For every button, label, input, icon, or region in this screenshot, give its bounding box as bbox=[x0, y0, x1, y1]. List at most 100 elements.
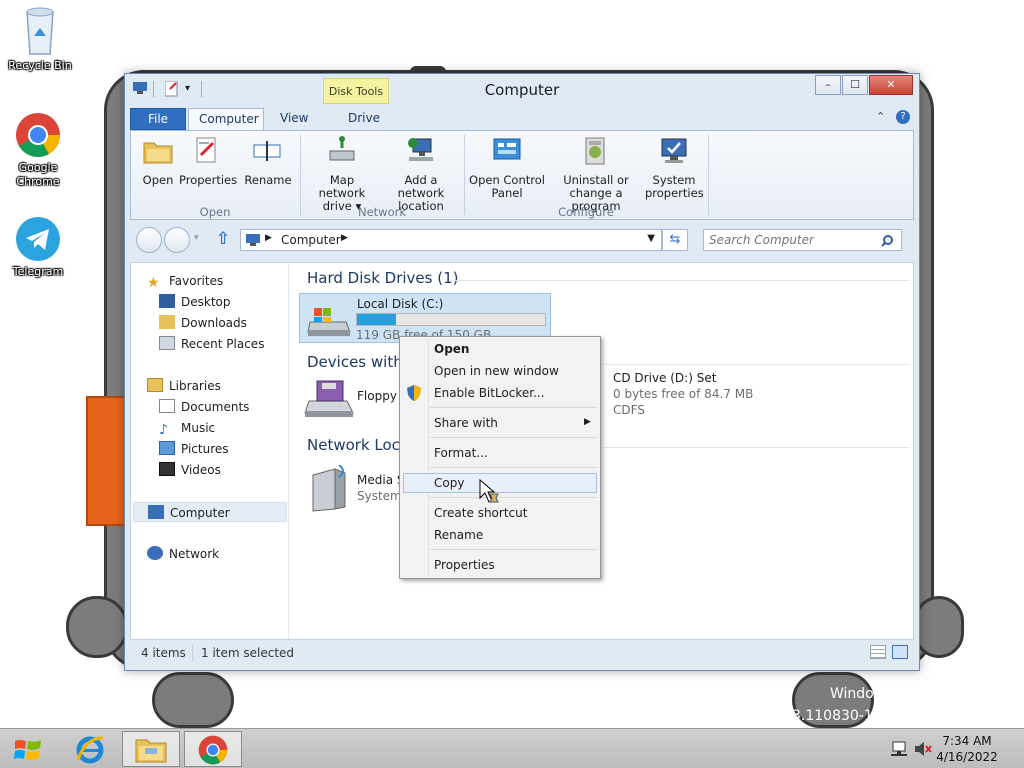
up-arrow-icon[interactable]: ⇧ bbox=[216, 229, 230, 249]
title-bar[interactable]: ▾ Disk Tools Computer – ☐ ✕ bbox=[125, 74, 919, 104]
pictures-icon bbox=[159, 441, 175, 455]
menu-item-copy[interactable]: Copy bbox=[434, 473, 464, 493]
recent-locations-icon[interactable]: ▾ bbox=[194, 233, 199, 243]
breadcrumb-computer[interactable]: Computer bbox=[281, 233, 341, 247]
nav-desktop[interactable]: Desktop bbox=[159, 292, 231, 312]
add-network-location-button[interactable]: Add a network location bbox=[381, 135, 461, 213]
taskbar-chrome[interactable] bbox=[184, 731, 242, 767]
nav-computer[interactable]: Computer bbox=[133, 502, 287, 522]
search-input[interactable] bbox=[704, 230, 874, 250]
context-menu: Open Open in new window Enable BitLocker… bbox=[399, 336, 601, 579]
menu-item-share-with[interactable]: Share with bbox=[434, 413, 498, 433]
taskbar: 7:34 AM 4/16/2022 bbox=[0, 728, 1024, 768]
nav-network[interactable]: Network bbox=[147, 544, 219, 564]
desktop-icon-chrome[interactable]: Google Chrome bbox=[0, 112, 76, 189]
desktop-icon bbox=[159, 294, 175, 308]
system-properties-label-2: properties bbox=[645, 186, 704, 200]
navigation-pane: ★ Favorites Desktop Downloads Recent Plac… bbox=[131, 263, 289, 639]
floppy-name: Floppy bbox=[357, 389, 397, 403]
taskbar-file-explorer[interactable] bbox=[122, 731, 180, 767]
properties-button[interactable]: Properties bbox=[179, 135, 238, 187]
drive-floppy[interactable]: Floppy bbox=[303, 379, 403, 425]
system-clock[interactable]: 7:34 AM 4/16/2022 bbox=[932, 733, 1002, 765]
address-dropdown-icon[interactable]: ▼ bbox=[647, 233, 655, 244]
file-explorer-icon bbox=[135, 739, 167, 763]
desktop-icon-label: Google Chrome bbox=[16, 161, 60, 188]
close-button[interactable]: ✕ bbox=[869, 75, 913, 95]
uninstall-program-button[interactable]: Uninstall or change a program bbox=[547, 135, 645, 213]
menu-separator bbox=[430, 549, 597, 550]
menu-separator bbox=[430, 407, 597, 408]
cd-drive-filesystem: CDFS bbox=[613, 403, 645, 417]
nav-videos[interactable]: Videos bbox=[159, 460, 221, 480]
section-devices-removable[interactable]: Devices with bbox=[307, 353, 403, 371]
menu-separator bbox=[430, 497, 597, 498]
taskbar-internet-explorer[interactable] bbox=[62, 731, 120, 767]
details-view-icon[interactable] bbox=[870, 645, 886, 659]
back-button[interactable] bbox=[136, 227, 162, 253]
computer-small-icon bbox=[246, 234, 260, 246]
music-icon: ♪ bbox=[159, 422, 168, 438]
breadcrumb-chevron-icon[interactable]: ▶ bbox=[341, 233, 348, 243]
rename-label: Rename bbox=[244, 173, 292, 187]
section-network-locations[interactable]: Network Loca bbox=[307, 436, 409, 454]
menu-item-rename[interactable]: Rename bbox=[434, 525, 483, 545]
cd-drive-free-space: 0 bytes free of 84.7 MB bbox=[613, 387, 754, 401]
help-icon[interactable]: ? bbox=[896, 110, 910, 124]
open-control-panel-button[interactable]: Open Control Panel bbox=[469, 135, 545, 200]
address-bar[interactable]: ▶ Computer ▶ ▼ bbox=[240, 229, 662, 251]
minimize-button[interactable]: – bbox=[815, 75, 841, 95]
group-label-configure: Configure bbox=[558, 205, 614, 219]
nav-libraries[interactable]: Libraries bbox=[147, 376, 221, 396]
nav-pictures[interactable]: Pictures bbox=[159, 439, 229, 459]
system-properties-button[interactable]: System properties bbox=[645, 135, 704, 200]
menu-item-create-shortcut[interactable]: Create shortcut bbox=[434, 503, 527, 523]
menu-item-open[interactable]: Open bbox=[434, 339, 469, 359]
menu-separator bbox=[430, 437, 597, 438]
search-icon[interactable] bbox=[881, 235, 893, 247]
menu-item-format[interactable]: Format... bbox=[434, 443, 488, 463]
map-network-drive-button[interactable]: Map network drive ▾ bbox=[305, 135, 379, 213]
nav-label: Network bbox=[169, 547, 220, 561]
large-icons-view-icon[interactable] bbox=[892, 645, 908, 659]
rename-icon bbox=[253, 141, 281, 161]
rename-button[interactable]: Rename bbox=[243, 135, 293, 187]
start-button[interactable] bbox=[2, 731, 54, 767]
section-divider bbox=[605, 364, 909, 365]
nav-label: Downloads bbox=[181, 316, 247, 330]
menu-item-enable-bitlocker[interactable]: Enable BitLocker... bbox=[434, 383, 545, 403]
desktop-icon-telegram[interactable]: Telegram bbox=[0, 216, 76, 279]
nav-favorites[interactable]: ★ Favorites bbox=[147, 271, 223, 291]
drive-cd-d[interactable]: CD Drive (D:) Set 0 bytes free of 84.7 M… bbox=[609, 371, 809, 427]
tab-drive[interactable]: Drive bbox=[338, 108, 390, 130]
local-disk-icon bbox=[307, 308, 351, 336]
chrome-icon bbox=[198, 735, 228, 765]
tab-computer[interactable]: Computer bbox=[188, 108, 264, 131]
menu-item-properties[interactable]: Properties bbox=[434, 555, 495, 575]
nav-music[interactable]: ♪ Music bbox=[159, 418, 215, 438]
menu-gutter bbox=[428, 339, 429, 576]
maximize-button[interactable]: ☐ bbox=[842, 75, 868, 95]
network-tray-icon[interactable] bbox=[890, 741, 908, 757]
nav-recent-places[interactable]: Recent Places bbox=[159, 334, 264, 354]
documents-icon bbox=[159, 399, 175, 413]
forward-button[interactable] bbox=[164, 227, 190, 253]
tab-file[interactable]: File bbox=[130, 108, 186, 130]
media-server-name: Media S bbox=[357, 473, 405, 487]
nav-documents[interactable]: Documents bbox=[159, 397, 249, 417]
breadcrumb-chevron-icon[interactable]: ▶ bbox=[265, 233, 272, 243]
open-button[interactable]: Open bbox=[139, 135, 177, 187]
media-server-icon bbox=[312, 465, 346, 512]
minimize-ribbon-icon[interactable]: ⌃ bbox=[876, 110, 885, 123]
desktop-icon-recycle-bin[interactable]: Recycle Bin bbox=[2, 6, 78, 73]
section-hard-disk-drives[interactable]: Hard Disk Drives (1) bbox=[307, 269, 458, 287]
menu-item-open-new-window[interactable]: Open in new window bbox=[434, 361, 559, 381]
search-box[interactable] bbox=[703, 229, 902, 251]
cd-drive-name: CD Drive (D:) Set bbox=[613, 371, 717, 385]
clock-time: 7:34 AM bbox=[942, 734, 992, 748]
properties-label: Properties bbox=[179, 173, 238, 187]
refresh-button[interactable]: ⇆ bbox=[662, 229, 688, 251]
volume-muted-icon[interactable] bbox=[914, 741, 932, 757]
nav-downloads[interactable]: Downloads bbox=[159, 313, 247, 333]
tab-view[interactable]: View bbox=[270, 108, 318, 130]
